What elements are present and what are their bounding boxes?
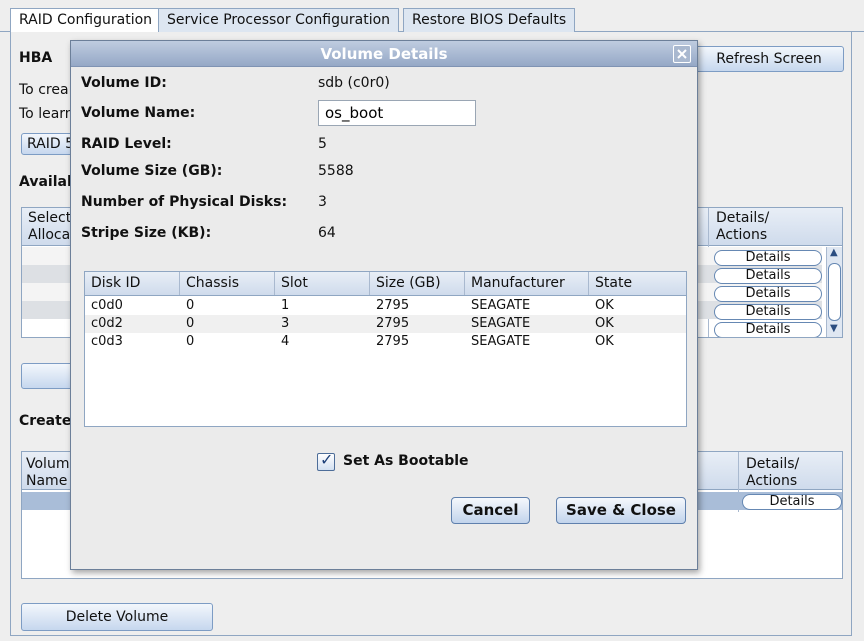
save-close-button[interactable]: Save & Close (556, 497, 686, 524)
details-button[interactable]: Details (742, 494, 842, 510)
disk-id-cell: c0d3 (91, 334, 123, 349)
state-cell: OK (595, 316, 614, 331)
close-icon[interactable] (673, 45, 691, 63)
disk-id-cell: c0d0 (91, 298, 123, 313)
details-button[interactable]: Details (714, 286, 822, 302)
volume-id-value: sdb (c0r0) (318, 75, 390, 91)
raid-level-label: RAID Level: (81, 136, 172, 152)
chassis-cell: 0 (186, 298, 195, 313)
physical-disks-label: Number of Physical Disks: (81, 194, 288, 210)
table-row[interactable]: c0d3 0 4 2795 SEAGATE OK (85, 333, 686, 351)
stripe-size-value: 64 (318, 225, 336, 241)
scroll-up-icon[interactable]: ▲ (830, 247, 838, 258)
column-header-disk-id[interactable]: Disk ID (85, 272, 180, 295)
dialog-title-bar[interactable]: Volume Details (71, 41, 697, 67)
volume-name-input[interactable] (318, 100, 476, 126)
create-instructions-text: To crea (19, 82, 69, 98)
size-cell: 2795 (376, 316, 410, 331)
volume-size-label: Volume Size (GB): (81, 163, 223, 179)
select-allocate-header: Select/ Alloca (28, 210, 76, 243)
slot-cell: 4 (281, 334, 290, 349)
details-actions-header: Details/ Actions (746, 456, 800, 489)
manufacturer-cell: SEAGATE (471, 316, 531, 331)
details-actions-header: Details/ Actions (716, 210, 770, 243)
dialog-title: Volume Details (320, 45, 448, 63)
column-header-state[interactable]: State (589, 272, 686, 295)
bootable-checkbox[interactable]: ✓ (317, 450, 335, 471)
cancel-button[interactable]: Cancel (451, 497, 530, 524)
table-row[interactable]: c0d2 0 3 2795 SEAGATE OK (85, 315, 686, 333)
column-header-slot[interactable]: Slot (275, 272, 370, 295)
slot-cell: 3 (281, 316, 290, 331)
tab-bar: RAID Configuration Service Processor Con… (0, 0, 864, 33)
column-header-manufacturer[interactable]: Manufacturer (465, 272, 589, 295)
details-button[interactable]: Details (714, 250, 822, 266)
state-cell: OK (595, 298, 614, 313)
create-volume-heading: Create (19, 413, 72, 429)
scroll-down-icon[interactable]: ▼ (830, 323, 838, 334)
state-cell: OK (595, 334, 614, 349)
manufacturer-cell: SEAGATE (471, 298, 531, 313)
bootable-label: Set As Bootable (343, 453, 469, 469)
raid-level-value: 5 (318, 136, 327, 152)
available-disks-heading: Availal (19, 174, 72, 190)
chassis-cell: 0 (186, 316, 195, 331)
tab-restore-bios-defaults[interactable]: Restore BIOS Defaults (403, 8, 576, 32)
hba-label: HBA (19, 50, 53, 66)
volume-id-label: Volume ID: (81, 75, 167, 91)
table-scrollbar[interactable]: ▲ ▼ (826, 247, 842, 337)
slot-cell: 1 (281, 298, 290, 313)
checkmark-icon: ✓ (320, 450, 334, 469)
details-button[interactable]: Details (714, 268, 822, 284)
manufacturer-cell: SEAGATE (471, 334, 531, 349)
table-row[interactable]: c0d0 0 1 2795 SEAGATE OK (85, 297, 686, 315)
stripe-size-label: Stripe Size (KB): (81, 225, 212, 241)
volume-details-dialog: Volume Details Volume ID: sdb (c0r0) Vol… (70, 40, 698, 570)
table-header: Disk ID Chassis Slot Size (GB) Manufactu… (85, 272, 686, 296)
volume-size-value: 5588 (318, 163, 354, 179)
learn-instructions-text: To learn (19, 106, 74, 122)
physical-disks-value: 3 (318, 194, 327, 210)
volume-name-header: Volum Name (26, 456, 70, 489)
chassis-cell: 0 (186, 334, 195, 349)
details-button[interactable]: Details (714, 322, 822, 337)
column-header-size[interactable]: Size (GB) (370, 272, 465, 295)
volume-name-label: Volume Name: (81, 105, 196, 121)
refresh-screen-button[interactable]: Refresh Screen (694, 46, 844, 72)
scrollbar-thumb[interactable] (828, 263, 841, 321)
physical-disks-table: Disk ID Chassis Slot Size (GB) Manufactu… (84, 271, 687, 427)
tab-raid-configuration[interactable]: RAID Configuration (10, 8, 162, 33)
size-cell: 2795 (376, 334, 410, 349)
disk-id-cell: c0d2 (91, 316, 123, 331)
details-button[interactable]: Details (714, 304, 822, 320)
size-cell: 2795 (376, 298, 410, 313)
delete-volume-button[interactable]: Delete Volume (21, 603, 213, 631)
column-header-chassis[interactable]: Chassis (180, 272, 275, 295)
tab-service-processor-configuration[interactable]: Service Processor Configuration (158, 8, 400, 32)
